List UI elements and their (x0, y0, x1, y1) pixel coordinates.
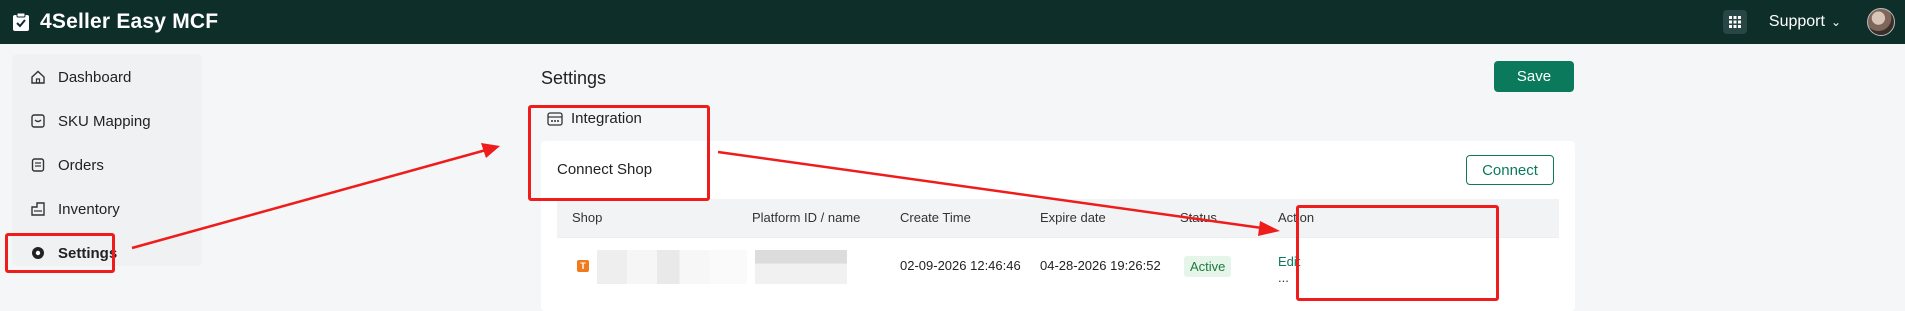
integration-heading: Integration (547, 110, 642, 127)
connect-shop-panel: Connect Shop Connect Shop Platform ID / … (541, 141, 1575, 311)
app-title: 4Seller Easy MCF (40, 10, 219, 33)
sidebar-item-sku-mapping[interactable]: SKU Mapping (20, 102, 202, 140)
status-badge: Active (1184, 256, 1232, 277)
column-header-platform: Platform ID / name (752, 210, 861, 225)
sidebar-item-orders[interactable]: Orders (20, 146, 202, 184)
chevron-down-icon: ⌄ (1830, 15, 1841, 29)
expire-date-cell: 04-28-2026 19:26:52 (1040, 258, 1161, 273)
edit-link[interactable]: Edit (1278, 254, 1300, 269)
orders-icon (30, 157, 46, 173)
table-header: Shop Platform ID / name Create Time Expi… (557, 199, 1559, 237)
settings-icon (30, 245, 46, 261)
home-icon (30, 69, 46, 85)
top-navigation-bar: 4Seller Easy MCF Support ⌄ (0, 0, 1905, 44)
sidebar-item-dashboard[interactable]: Dashboard (20, 58, 202, 96)
integration-icon (547, 111, 563, 126)
more-actions-icon[interactable]: ... (1278, 270, 1289, 285)
sidebar-item-settings[interactable]: Settings (20, 234, 202, 272)
sidebar-item-label: Settings (58, 244, 118, 262)
redacted-platform-id (755, 250, 847, 284)
connect-button[interactable]: Connect (1466, 155, 1554, 185)
apps-grid-icon[interactable] (1722, 10, 1747, 34)
brand[interactable]: 4Seller Easy MCF (12, 10, 218, 34)
integration-heading-label: Integration (571, 110, 642, 127)
support-menu[interactable]: Support ⌄ (1769, 13, 1841, 31)
table-row: T 02-09-2026 12:46:46 04-28-2026 19:26:5… (557, 237, 1559, 298)
column-header-shop: Shop (572, 210, 603, 225)
sidebar-item-label: Dashboard (58, 68, 132, 86)
sidebar: Dashboard SKU Mapping Orders Inventory S… (0, 44, 212, 300)
support-label: Support (1768, 13, 1825, 30)
avatar[interactable] (1867, 8, 1895, 36)
sidebar-item-label: Inventory (58, 200, 120, 218)
column-header-create-time: Create Time (900, 210, 971, 225)
redacted-shop-name (597, 250, 747, 284)
column-header-action: Action (1278, 210, 1315, 225)
inventory-icon (30, 201, 46, 217)
sidebar-menu: Dashboard SKU Mapping Orders Inventory S… (12, 54, 202, 266)
page-title: Settings (541, 68, 607, 88)
main-content: Settings Save Integration Connect Shop C… (212, 44, 1905, 311)
create-time-cell: 02-09-2026 12:46:46 (900, 258, 1021, 273)
save-button[interactable]: Save (1494, 61, 1574, 92)
clipboard-icon (12, 12, 30, 32)
column-header-status: Status (1180, 210, 1217, 225)
shop-platform-icon: T (577, 260, 589, 272)
sku-icon (30, 113, 46, 129)
connect-shop-label: Connect Shop (557, 161, 653, 178)
column-header-expire-date: Expire date (1040, 210, 1106, 225)
sidebar-item-inventory[interactable]: Inventory (20, 190, 202, 228)
sidebar-item-label: SKU Mapping (58, 112, 151, 130)
sidebar-item-label: Orders (58, 156, 104, 174)
